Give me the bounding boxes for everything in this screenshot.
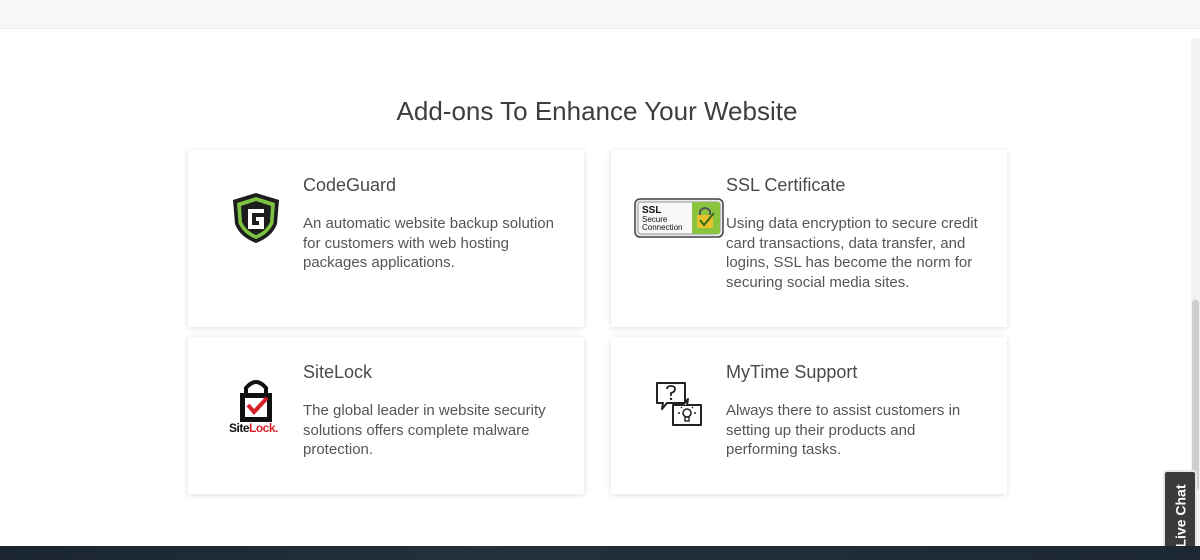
top-band (0, 0, 1200, 29)
addon-description: An automatic website backup solution for… (303, 215, 554, 272)
addon-title: MyTime Support (726, 362, 858, 382)
ssl-secure-connection-icon: SSL Secure Connection (631, 186, 727, 250)
addon-card-ssl-certificate[interactable]: SSL Secure Connection SSL Certificate Us… (611, 150, 1007, 327)
addon-description: Using data encryption to secure credit c… (726, 215, 978, 291)
support-chat-bubbles-icon (631, 373, 727, 437)
sitelock-logo-part2: Lock (249, 421, 276, 434)
addon-title: SSL Certificate (726, 175, 846, 195)
footer-band (0, 546, 1200, 560)
section-title: Add-ons To Enhance Your Website (396, 96, 798, 126)
addon-card-codeguard[interactable]: CodeGuard An automatic website backup so… (188, 150, 584, 327)
addon-description: Always there to assist customers in sett… (726, 402, 961, 459)
addon-title: SiteLock (303, 362, 373, 382)
codeguard-logo-icon (208, 186, 304, 250)
scrollbar-thumb[interactable] (1192, 300, 1199, 490)
addon-card-sitelock[interactable]: SiteLock. SiteLock The global leader in … (188, 337, 584, 494)
live-chat-label: Live Chat (1172, 484, 1189, 548)
addon-card-mytime-support[interactable]: MyTime Support Always there to assist cu… (611, 337, 1007, 494)
sitelock-logo-part1: Site (229, 421, 250, 434)
sitelock-logo-suffix: . (275, 421, 278, 434)
svg-text:SiteLock.: SiteLock. (229, 421, 278, 434)
ssl-badge-line3: Connection (642, 223, 682, 232)
sitelock-logo-icon: SiteLock. (208, 373, 304, 437)
addon-title: CodeGuard (303, 175, 397, 195)
addon-description: The global leader in website security so… (303, 402, 546, 459)
